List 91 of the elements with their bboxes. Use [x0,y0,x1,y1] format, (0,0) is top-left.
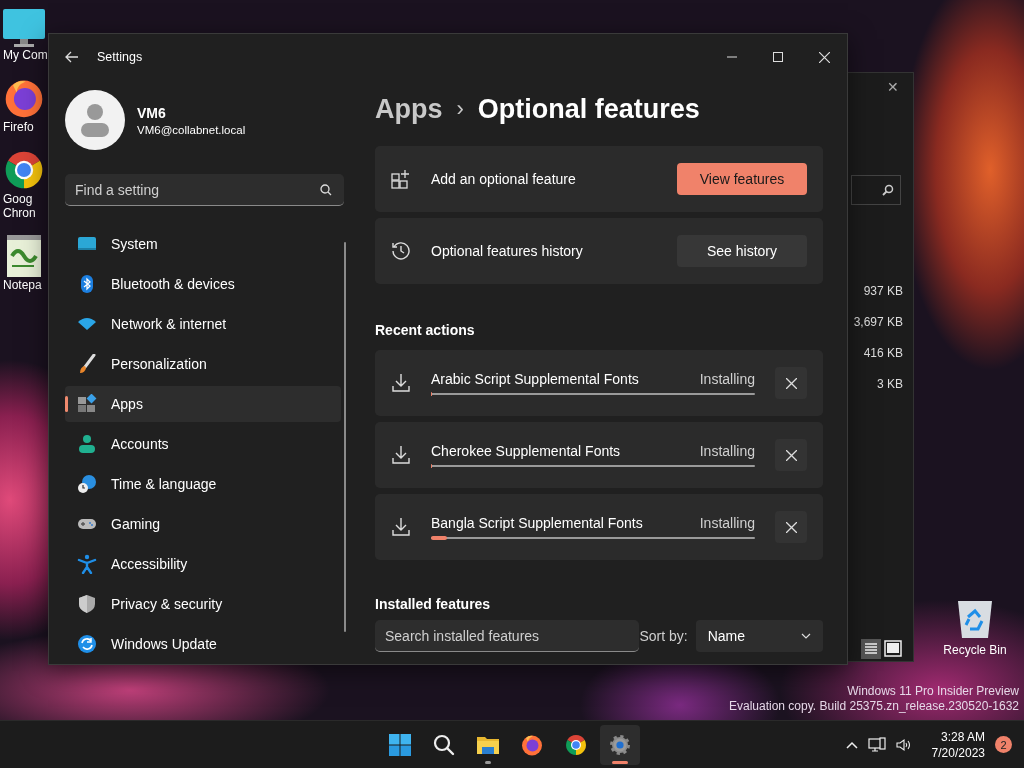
cancel-button[interactable] [775,439,807,471]
install-status: Installing [699,371,755,387]
show-hidden-icons-button[interactable] [845,740,858,749]
feature-name: Cherokee Supplemental Fonts [431,443,621,459]
nav-item[interactable]: Time & language [65,466,341,502]
install-status: Installing [699,443,755,459]
section-heading: Installed features [375,596,492,612]
file-size: 416 KB [863,345,903,362]
shield-icon [77,594,97,614]
nav-item[interactable]: Bluetooth & devices [65,266,341,302]
cancel-button[interactable] [775,367,807,399]
see-history-button[interactable]: See history [677,235,807,267]
edition-notice: Windows 11 Pro Insider Preview [847,684,1019,699]
history-icon [391,241,411,261]
install-status: Installing [699,515,755,531]
avatar[interactable] [65,90,125,150]
user-name: VM6 [137,104,167,121]
recycle-bin-label[interactable]: Recycle Bin [943,643,1007,657]
details-view-icon[interactable] [861,639,881,659]
desktop-icon-label[interactable]: Notepa [0,278,42,292]
monitor-icon [2,8,46,48]
feature-name: Bangla Script Supplemental Fonts [431,515,643,531]
chevron-down-icon [801,633,811,639]
nav-item[interactable]: Personalization [65,346,341,382]
search-field[interactable]: Find a setting [65,174,344,206]
person-silhouette-icon [80,103,110,137]
nav-item[interactable]: Privacy & security [65,586,341,622]
preview-view-icon[interactable] [883,639,903,659]
download-icon [391,373,411,393]
close-button[interactable]: ✕ [883,77,903,97]
sync-icon [77,634,97,654]
clock[interactable]: 3:28 AM 7/20/2023 [931,728,985,761]
gear-icon [608,733,632,757]
speaker-icon [895,737,912,752]
notification-badge[interactable]: 2 [995,736,1012,753]
notepad-icon [4,234,44,278]
download-icon [391,517,411,537]
search-icon [432,733,456,757]
nav-item[interactable]: Gaming [65,506,341,542]
window-title: Settings [97,50,143,64]
search-icon [882,184,894,196]
download-icon [391,445,411,465]
accessibility-icon [77,554,97,574]
sort-label: Sort by: [639,628,688,644]
search-icon [320,184,332,196]
user-email: VM6@collabnet.local [137,123,246,136]
file-size: 3,697 KB [853,314,903,331]
cancel-button[interactable] [775,511,807,543]
chevron-up-icon [845,740,858,749]
feature-name: Arabic Script Supplemental Fonts [431,371,639,387]
breadcrumb-separator: › [456,96,464,122]
desktop-icon-label[interactable]: Chron [0,206,36,220]
close-icon [818,51,830,63]
nav-item[interactable]: Accounts [65,426,341,462]
desktop-icon-label[interactable]: My Com [0,48,48,62]
close-icon [785,449,797,461]
apps-grid-icon [77,394,97,414]
volume-button[interactable] [895,737,912,752]
add-grid-icon [391,169,411,189]
desktop-icon-label[interactable]: Goog [0,192,33,206]
edition-notice: Evaluation copy. Build 25375.zn_release.230520-1632 [729,699,1019,714]
breadcrumb-link[interactable]: Apps [375,93,443,125]
network-icon [867,736,886,753]
firefox-icon [520,733,544,757]
chrome-icon [564,733,588,757]
maximize-icon [773,52,783,62]
globe-clock-icon [77,474,97,494]
nav-item[interactable]: Apps [65,386,341,422]
minimize-icon [727,56,737,58]
sort-dropdown[interactable]: Name [695,620,823,652]
close-icon [785,521,797,533]
nav-item[interactable]: Network & internet [65,306,341,342]
search-field[interactable]: Search installed features [375,620,640,652]
desktop-icon-label[interactable]: Firefo [0,120,34,134]
close-icon [785,377,797,389]
view-features-button[interactable]: View features [677,163,807,195]
windows-logo-icon [388,733,412,757]
search-field[interactable] [851,175,901,205]
section-heading: Recent actions [375,322,476,338]
back-arrow-icon [65,51,79,63]
file-size: 937 KB [863,283,903,300]
network-button[interactable] [867,736,886,753]
nav-item[interactable]: System [65,226,341,262]
card-label: Add an optional feature [431,171,577,187]
nav-item[interactable]: Accessibility [65,546,341,582]
page-title: Optional features [477,93,700,125]
person-icon [77,434,97,454]
nav-item[interactable]: Windows Update [65,626,341,662]
file-size: 3 KB [877,376,903,393]
card-label: Optional features history [431,243,584,259]
paintbrush-icon [77,354,97,374]
